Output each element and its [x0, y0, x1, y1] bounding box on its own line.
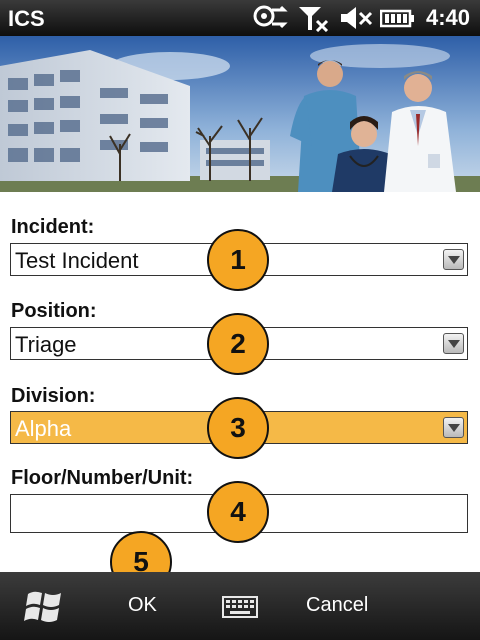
division-value: Alpha — [15, 416, 72, 441]
hospital-staff-photo — [0, 36, 480, 192]
position-label: Position: — [11, 300, 97, 322]
keyboard-icon[interactable] — [222, 596, 258, 618]
callout-badge-4: 4 — [207, 481, 269, 543]
incident-label: Incident: — [11, 216, 95, 238]
floor-number-unit-label: Floor/Number/Unit: — [11, 467, 194, 489]
banner-image — [0, 36, 480, 192]
incident-value: Test Incident — [15, 248, 139, 273]
callout-badge-3: 3 — [207, 397, 269, 459]
no-signal-icon — [299, 7, 329, 32]
chevron-down-icon[interactable] — [443, 417, 464, 438]
data-sync-icon — [253, 5, 288, 29]
battery-icon — [380, 9, 414, 28]
chevron-down-icon[interactable] — [443, 333, 464, 354]
softkey-bar: OK Cancel — [0, 572, 480, 640]
ok-softkey[interactable]: OK — [128, 594, 157, 617]
chevron-down-icon[interactable] — [443, 249, 464, 270]
callout-badge-1: 1 — [207, 229, 269, 291]
windows-start-icon[interactable] — [24, 588, 64, 624]
app-title: ICS — [8, 6, 45, 31]
cancel-softkey[interactable]: Cancel — [306, 594, 368, 617]
volume-muted-icon — [341, 7, 373, 29]
division-label: Division: — [11, 385, 96, 407]
callout-badge-2: 2 — [207, 313, 269, 375]
status-bar: ICS 4:40 — [0, 0, 480, 36]
position-value: Triage — [15, 332, 77, 357]
clock: 4:40 — [425, 5, 470, 30]
